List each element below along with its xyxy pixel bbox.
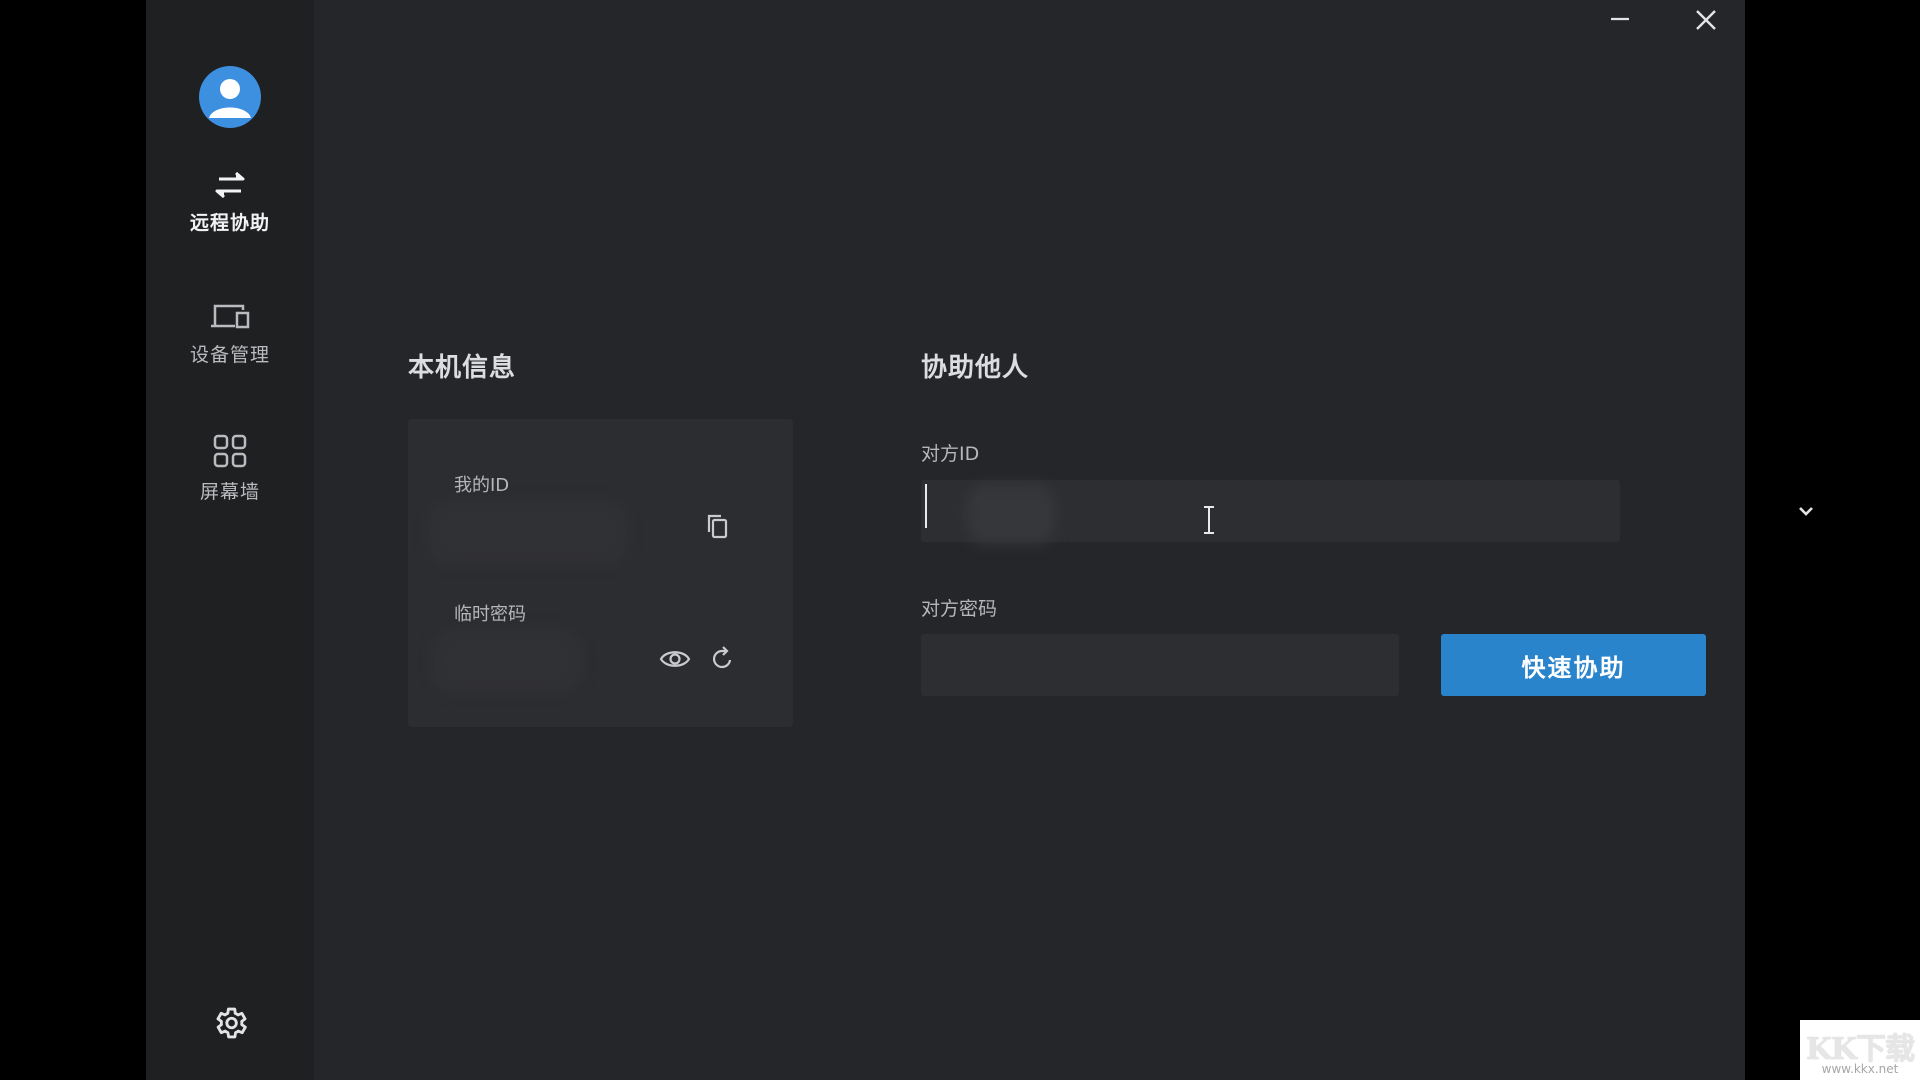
close-button[interactable] — [1686, 4, 1726, 36]
settings-button[interactable] — [211, 1004, 249, 1042]
sidebar: 远程协助 设备管理 屏幕墙 — [146, 0, 314, 1080]
devices-icon — [211, 304, 250, 329]
watermark: KK下载 www.kkx.net — [1800, 1020, 1920, 1080]
minimize-button[interactable] — [1600, 4, 1640, 36]
my-id-value-redacted — [428, 501, 628, 565]
avatar[interactable] — [199, 66, 261, 128]
eye-icon — [659, 651, 691, 667]
sidebar-item-label: 屏幕墙 — [199, 481, 260, 503]
sidebar-item-device-management[interactable]: 设备管理 — [146, 302, 314, 367]
sidebar-item-label: 远程协助 — [189, 212, 270, 234]
ibeam-cursor-icon — [1204, 506, 1214, 534]
show-password-button[interactable] — [658, 644, 692, 674]
sidebar-item-screen-wall[interactable]: 屏幕墙 — [146, 433, 314, 504]
app-window: 远程协助 设备管理 屏幕墙 本机信息 协助他人 我的ID 临时密码 对方ID 对… — [146, 0, 1813, 1080]
refresh-password-button[interactable] — [708, 644, 738, 674]
peer-id-history-dropdown[interactable] — [1786, 496, 1826, 526]
peer-id-value-redacted — [966, 484, 1056, 544]
peer-password-input[interactable] — [921, 634, 1399, 696]
temp-password-label: 临时密码 — [454, 604, 526, 625]
sidebar-item-remote-assist[interactable]: 远程协助 — [146, 170, 314, 235]
chevron-down-icon — [1799, 507, 1813, 516]
text-caret — [925, 484, 927, 528]
minimize-icon — [1611, 17, 1629, 21]
temp-password-value-redacted — [432, 629, 582, 693]
swap-arrows-icon — [215, 171, 245, 199]
refresh-icon — [713, 646, 732, 669]
quick-assist-button[interactable]: 快速协助 — [1441, 634, 1706, 696]
watermark-url: www.kkx.net — [1821, 1062, 1899, 1076]
local-info-card: 我的ID 临时密码 — [408, 419, 793, 727]
grid-icon — [213, 434, 247, 468]
copy-id-button[interactable] — [703, 511, 733, 541]
my-id-label: 我的ID — [454, 475, 510, 496]
peer-password-label: 对方密码 — [921, 598, 998, 620]
peer-id-label: 对方ID — [921, 443, 980, 465]
sidebar-item-label: 设备管理 — [189, 344, 270, 366]
assist-others-title: 协助他人 — [921, 353, 1030, 383]
gear-icon — [216, 1007, 247, 1039]
local-info-title: 本机信息 — [408, 353, 517, 383]
copy-icon — [707, 514, 728, 539]
close-icon — [1696, 10, 1716, 30]
user-icon — [209, 79, 251, 118]
